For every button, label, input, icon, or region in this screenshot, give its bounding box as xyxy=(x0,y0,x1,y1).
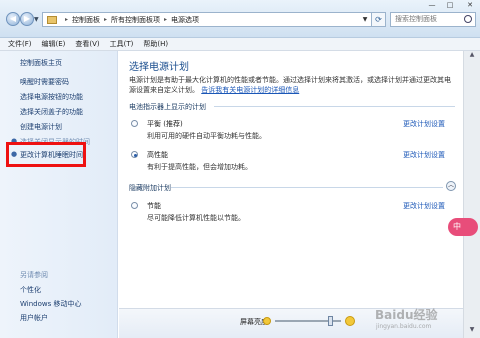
menu-bar: 文件(F) 编辑(E) 查看(V) 工具(T) 帮助(H) xyxy=(0,38,480,51)
breadcrumb-power-options[interactable]: 电源选项 xyxy=(171,15,199,25)
watermark-logo: Baidu经验 xyxy=(375,308,438,322)
maximize-button[interactable]: □ xyxy=(442,0,458,11)
highlight-box xyxy=(6,142,86,167)
plan-power-saver-settings-link[interactable]: 更改计划设置 xyxy=(403,201,445,211)
menu-file[interactable]: 文件(F) xyxy=(8,39,32,49)
sidebar: 控制面板主页 唤醒时需要密码 选择电源按钮的功能 选择关闭盖子的功能 创建电源计… xyxy=(0,51,118,338)
control-panel-icon xyxy=(47,15,57,24)
menu-help[interactable]: 帮助(H) xyxy=(143,39,168,49)
plan-balanced-desc: 利用可用的硬件自动平衡功耗与性能。 xyxy=(147,132,266,140)
divider xyxy=(214,106,455,107)
address-dropdown-icon[interactable]: ▼ xyxy=(359,16,371,23)
sidebar-item-lid-close[interactable]: 选择关闭盖子的功能 xyxy=(20,107,83,117)
sidebar-item-require-password[interactable]: 唤醒时需要密码 xyxy=(20,77,69,87)
sidebar-home-link[interactable]: 控制面板主页 xyxy=(20,58,62,68)
collapse-chevron-icon[interactable]: ︿ xyxy=(446,181,456,191)
see-also-heading: 另请参阅 xyxy=(20,271,48,279)
breadcrumb-chevron-icon[interactable]: ▸ xyxy=(164,16,167,23)
plan-high-performance-radio[interactable] xyxy=(131,151,138,158)
recent-pages-dropdown[interactable]: ▼ xyxy=(34,16,39,23)
page-description: 电源计划是有助于最大化计算机的性能或者节能。通过选择计划来将其激活，或选择计划并… xyxy=(129,75,454,95)
brightness-slider[interactable] xyxy=(275,316,341,326)
see-also-user-accounts[interactable]: 用户帐户 xyxy=(20,313,48,323)
plan-high-performance-settings-link[interactable]: 更改计划设置 xyxy=(403,150,445,160)
plan-balanced-settings-link[interactable]: 更改计划设置 xyxy=(403,119,445,129)
menu-edit[interactable]: 编辑(E) xyxy=(42,39,66,49)
sidebar-item-create-plan[interactable]: 创建电源计划 xyxy=(20,122,62,132)
breadcrumb-chevron-icon[interactable]: ▸ xyxy=(104,16,107,23)
breadcrumb-all-items[interactable]: 所有控制面板项 xyxy=(111,15,160,25)
floating-badge[interactable]: 中 xyxy=(448,218,478,236)
back-button[interactable]: ◀ xyxy=(6,12,20,26)
menu-tools[interactable]: 工具(T) xyxy=(110,39,134,49)
see-also-personalization[interactable]: 个性化 xyxy=(20,285,41,295)
plan-power-saver-desc: 尽可能降低计算机性能以节能。 xyxy=(147,214,245,222)
sidebar-item-power-button[interactable]: 选择电源按钮的功能 xyxy=(20,92,83,102)
search-placeholder: 搜索控制面板 xyxy=(395,15,437,23)
hidden-plans-heading: 隐藏附加计划 xyxy=(129,184,171,192)
forward-button[interactable]: ▶ xyxy=(20,12,34,26)
battery-plans-heading: 电池指示器上显示的计划 xyxy=(129,103,206,111)
vertical-scrollbar[interactable]: ▲ ▼ xyxy=(463,51,480,338)
power-plan-info-link[interactable]: 告诉我有关电源计划的详细信息 xyxy=(201,86,299,94)
main-panel: 选择电源计划 电源计划是有助于最大化计算机的性能或者节能。通过选择计划来将其激活… xyxy=(119,51,463,338)
plan-high-performance-name: 高性能 xyxy=(147,151,168,159)
search-icon xyxy=(464,15,472,23)
scroll-up-icon[interactable]: ▲ xyxy=(464,51,480,63)
sun-bright-icon xyxy=(345,316,355,326)
breadcrumb-chevron-icon: ▸ xyxy=(65,16,69,23)
plan-balanced-radio[interactable] xyxy=(131,120,138,127)
brightness-slider-thumb[interactable] xyxy=(328,316,334,326)
scroll-down-icon[interactable]: ▼ xyxy=(464,326,480,338)
sun-dim-icon xyxy=(263,317,271,325)
see-also-mobility-center[interactable]: Windows 移动中心 xyxy=(20,299,81,309)
address-bar: ◀ ▶ ▼ ▸ 控制面板 ▸ 所有控制面板项 ▸ 电源选项 ▼ ⟳ 搜索控制面板 xyxy=(0,0,480,38)
watermark-url: jingyan.baidu.com xyxy=(376,323,432,330)
search-input[interactable]: 搜索控制面板 xyxy=(390,12,476,27)
plan-power-saver-name: 节能 xyxy=(147,202,161,210)
plan-balanced-name: 平衡 (推荐) xyxy=(147,120,183,128)
close-button[interactable]: ✕ xyxy=(462,0,478,11)
minimize-button[interactable]: — xyxy=(424,0,440,11)
page-title: 选择电源计划 xyxy=(129,62,189,73)
refresh-button[interactable]: ⟳ xyxy=(372,12,386,27)
address-field[interactable]: ▸ 控制面板 ▸ 所有控制面板项 ▸ 电源选项 ▼ xyxy=(42,12,372,27)
plan-power-saver-radio[interactable] xyxy=(131,202,138,209)
plan-high-performance-desc: 有利于提高性能，但会增加功耗。 xyxy=(147,163,252,171)
menu-view[interactable]: 查看(V) xyxy=(75,39,99,49)
divider xyxy=(171,187,443,188)
breadcrumb-control-panel[interactable]: 控制面板 xyxy=(72,15,100,25)
